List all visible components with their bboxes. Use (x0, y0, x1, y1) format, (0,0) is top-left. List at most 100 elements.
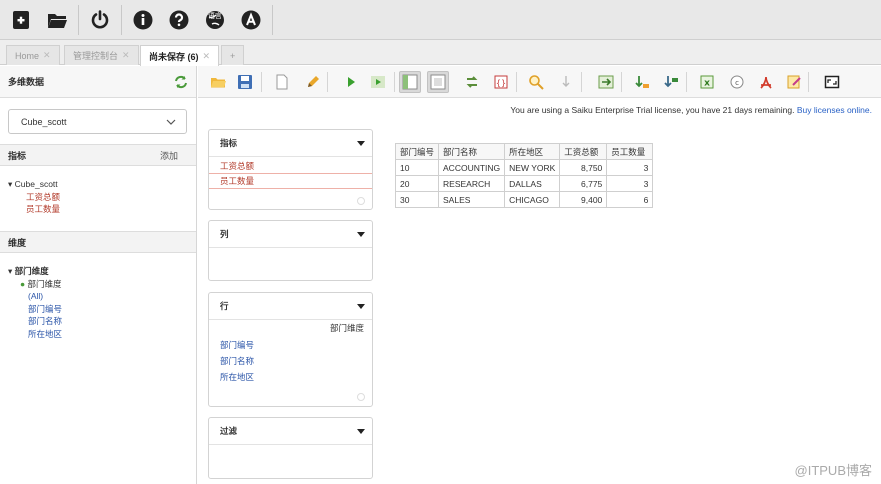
level-item[interactable]: (All) (8, 290, 62, 303)
toolbar-divider (808, 72, 809, 92)
pdf-export-icon[interactable] (758, 74, 774, 90)
add-measure-button[interactable]: 添加 (160, 149, 178, 162)
circle-icon (357, 197, 365, 205)
table-cell: 3 (606, 175, 654, 192)
measure-item[interactable]: 工资总额 (8, 191, 60, 204)
admin-icon[interactable] (236, 5, 266, 35)
dimension-node[interactable]: ▾ 部门维度 (8, 265, 62, 278)
columns-dropzone[interactable]: 列 (208, 220, 373, 281)
table-cell: 8,750 (559, 159, 608, 176)
caret-down-icon[interactable] (357, 303, 365, 309)
filter-dropzone-header: 过滤 (209, 418, 372, 445)
swap-axes-icon[interactable] (464, 74, 480, 90)
close-icon[interactable]: ✕ (203, 51, 211, 62)
circle-icon (357, 393, 365, 401)
help-icon[interactable] (164, 5, 194, 35)
table-cell: DALLAS (504, 175, 561, 192)
fullscreen-icon[interactable] (824, 74, 840, 90)
sidebar: 多维数据 Cube_scott 指标 添加 ▾ Cube_scott 工资总额 … (0, 66, 197, 484)
sidebar-header: 多维数据 (0, 66, 196, 98)
toolbar-divider (621, 72, 622, 92)
toolbar-divider (121, 4, 122, 35)
sidebar-title: 多维数据 (8, 77, 45, 87)
export-icon[interactable] (598, 74, 614, 90)
tab-admin-console[interactable]: 管理控制台 ✕ (64, 45, 139, 65)
table-cell: 3 (606, 159, 654, 176)
toolbar-divider (327, 72, 328, 92)
cube-select-value: Cube_scott (21, 116, 67, 127)
caret-down-icon[interactable] (357, 231, 365, 237)
csv-export-icon[interactable]: c (729, 74, 745, 90)
folder-open-icon[interactable] (210, 74, 226, 90)
tab-label: 尚未保存 (6) (149, 51, 199, 62)
chevron-down-icon (166, 119, 176, 125)
column-header[interactable]: 部门名称 (438, 143, 506, 160)
excel-export-icon[interactable]: x (699, 74, 715, 90)
zoom-icon[interactable] (528, 74, 544, 90)
refresh-icon[interactable] (174, 75, 188, 89)
rows-dropzone-title: 行 (220, 301, 229, 311)
column-header[interactable]: 所在地区 (504, 143, 561, 160)
new-tab-button[interactable]: + (221, 45, 245, 65)
sort-desc-icon[interactable] (663, 74, 679, 90)
measure-item[interactable]: 员工数量 (8, 203, 60, 216)
tab-unsaved-query[interactable]: 尚未保存 (6) ✕ (140, 45, 220, 66)
info-icon[interactable] (128, 5, 158, 35)
column-header[interactable]: 部门编号 (394, 143, 440, 160)
measures-dropzone-header: 指标 (209, 130, 372, 157)
row-level-chip[interactable]: 部门编号 (209, 338, 372, 352)
rows-dimension-label: 部门维度 (329, 323, 364, 333)
save-icon[interactable] (237, 74, 253, 90)
cube-node[interactable]: ▾ Cube_scott (8, 178, 60, 191)
level-item[interactable]: 所在地区 (8, 328, 62, 341)
rows-dropzone[interactable]: 行 部门维度 部门编号 部门名称 所在地区 (208, 292, 373, 407)
level-item[interactable]: 部门名称 (8, 315, 62, 328)
result-table: 部门编号 部门名称 所在地区 工资总额 员工数量 10 ACCOUNTING N… (394, 143, 654, 208)
sort-asc-icon[interactable] (634, 74, 650, 90)
measure-chip[interactable]: 员工数量 (209, 174, 372, 189)
level-item[interactable]: 部门编号 (8, 303, 62, 316)
measures-header: 指标 (8, 150, 27, 161)
column-header[interactable]: 工资总额 (559, 143, 608, 160)
new-document-icon[interactable] (274, 74, 290, 90)
toolbar-divider (261, 72, 262, 92)
edit-pencil-icon[interactable] (305, 74, 321, 90)
tab-home[interactable]: Home ✕ (6, 45, 60, 65)
report-icon[interactable] (786, 74, 802, 90)
rows-dropzone-header: 行 (209, 293, 372, 320)
table-cell: 30 (394, 191, 440, 208)
new-query-icon[interactable] (6, 5, 36, 35)
column-header[interactable]: 员工数量 (606, 143, 654, 160)
caret-down-icon[interactable] (357, 140, 365, 146)
toolbar-divider (272, 4, 273, 35)
run-query-icon[interactable] (343, 74, 359, 90)
drill-down-icon[interactable] (558, 74, 574, 90)
open-query-icon[interactable] (42, 5, 72, 35)
tab-bar: Home ✕ 管理控制台 ✕ 尚未保存 (6) ✕ + (0, 40, 881, 66)
table-cell: 20 (394, 175, 440, 192)
show-mdx-icon[interactable]: {} (493, 74, 509, 90)
table-cell: SALES (438, 191, 506, 208)
measures-section-header: 指标 添加 (0, 144, 196, 166)
caret-down-icon[interactable] (357, 428, 365, 434)
close-icon[interactable]: ✕ (43, 50, 51, 61)
filter-dropzone[interactable]: 过滤 (208, 417, 373, 479)
measures-dropzone[interactable]: 指标 工资总额 员工数量 (208, 129, 373, 210)
table-cell: 9,400 (559, 191, 608, 208)
toggle-fields-icon (402, 74, 418, 90)
close-icon[interactable]: ✕ (122, 50, 130, 61)
hierarchy-node[interactable]: ● 部门维度 (8, 278, 62, 291)
cube-select[interactable]: Cube_scott (8, 109, 187, 134)
table-row: 10 ACCOUNTING NEW YORK 8,750 3 (394, 159, 654, 176)
row-level-chip[interactable]: 所在地区 (209, 370, 372, 384)
table-cell: ACCOUNTING (438, 159, 506, 176)
buy-licenses-link[interactable]: Buy licenses online. (797, 105, 872, 115)
measure-chip[interactable]: 工资总额 (209, 159, 372, 174)
power-icon[interactable] (85, 5, 115, 35)
toolbar-divider (78, 4, 79, 35)
auto-execute-icon[interactable] (370, 74, 386, 90)
svg-text:{}: {} (496, 79, 506, 88)
row-level-chip[interactable]: 部门名称 (209, 354, 372, 368)
language-icon[interactable]: 语言 (200, 5, 230, 35)
watermark: @ITPUB博客 (794, 463, 872, 478)
